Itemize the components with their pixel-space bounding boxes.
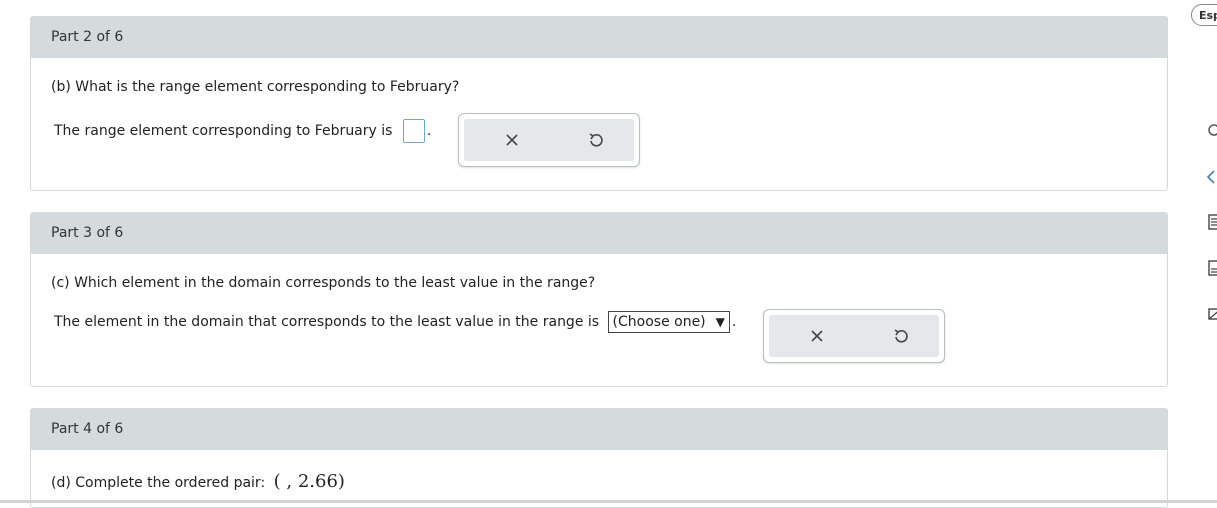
answer-line: The element in the domain that correspon… xyxy=(54,311,736,333)
tools-bar xyxy=(769,315,939,357)
question-text: (c) Which element in the domain correspo… xyxy=(51,275,596,291)
answer-prefix: The element in the domain that correspon… xyxy=(54,314,600,330)
part-4-panel: Part 4 of 6 (d) Complete the ordered pai… xyxy=(30,408,1168,508)
right-toolbar: Espa xyxy=(1190,0,1217,503)
answer-input[interactable] xyxy=(402,119,425,143)
answer-suffix: . xyxy=(731,314,737,330)
undo-button[interactable] xyxy=(576,119,616,161)
undo-button[interactable] xyxy=(881,315,921,357)
undo-icon xyxy=(589,133,603,147)
x-icon xyxy=(811,330,823,342)
question-text: (d) Complete the ordered pair: ( , 2.66) xyxy=(51,471,345,492)
answer-prefix: The range element corresponding to Febru… xyxy=(54,123,393,139)
answer-tools xyxy=(458,113,640,167)
language-toggle[interactable]: Espa xyxy=(1191,4,1217,26)
part-header: Part 3 of 6 xyxy=(31,213,1167,254)
part-header: Part 2 of 6 xyxy=(31,17,1167,58)
mail-icon[interactable] xyxy=(1206,306,1217,322)
domain-select[interactable]: (Choose one) ▼ xyxy=(607,311,730,333)
notebook-icon[interactable] xyxy=(1206,260,1217,276)
answer-line: The range element corresponding to Febru… xyxy=(54,119,431,143)
clear-button[interactable] xyxy=(492,119,532,161)
part-header: Part 4 of 6 xyxy=(31,409,1167,450)
dropdown-arrow-icon: ▼ xyxy=(715,315,725,329)
clear-button[interactable] xyxy=(797,315,837,357)
question-label: (d) Complete the ordered pair: xyxy=(51,475,266,491)
question-text: (b) What is the range element correspond… xyxy=(51,79,460,95)
ordered-pair: ( , 2.66) xyxy=(273,471,345,492)
select-value: (Choose one) xyxy=(612,314,706,330)
answer-tools xyxy=(763,309,945,363)
x-icon xyxy=(506,134,518,146)
eraser-icon[interactable] xyxy=(1206,169,1217,185)
answer-suffix: . xyxy=(426,123,432,139)
lightbulb-icon[interactable] xyxy=(1206,122,1217,138)
tools-bar xyxy=(464,119,634,161)
part-3-panel: Part 3 of 6 (c) Which element in the dom… xyxy=(30,212,1168,387)
calculator-icon[interactable] xyxy=(1206,214,1217,230)
undo-icon xyxy=(894,329,908,343)
